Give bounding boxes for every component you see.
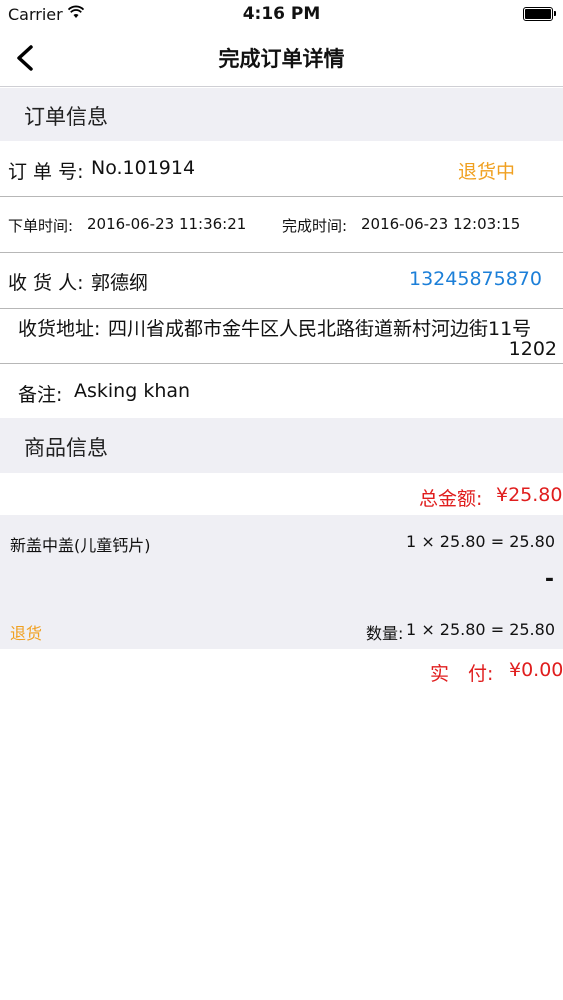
- order-time-value: 2016-06-23 11:36:21: [87, 215, 247, 233]
- quantity-label: 数量:: [366, 624, 404, 643]
- quantity-formula: 1 × 25.80 = 25.80: [406, 620, 555, 639]
- order-number-row: 订 单 号: No.101914 退货中: [0, 141, 563, 196]
- goods-item-name: 新盖中盖(儿童钙片): [10, 536, 151, 555]
- address-row: 收货地址: 四川省成都市金牛区人民北路街道新村河边街11号 1202: [0, 309, 563, 363]
- paid-amount-label: 实 付:: [430, 663, 494, 685]
- remark-label: 备注:: [18, 384, 63, 406]
- address-line-1: 四川省成都市金牛区人民北路街道新村河边街11号: [108, 318, 532, 340]
- receiver-name: 郭德纲: [91, 272, 149, 294]
- finish-time-value: 2016-06-23 12:03:15: [361, 215, 521, 233]
- goods-item-card: 新盖中盖(儿童钙片) 1 × 25.80 = 25.80 - 退货 数量: 1 …: [0, 515, 563, 649]
- finish-time-label: 完成时间:: [282, 217, 348, 235]
- order-number-value: No.101914: [91, 157, 196, 179]
- order-time-label: 下单时间:: [8, 217, 74, 235]
- order-time-row: 下单时间: 2016-06-23 11:36:21 完成时间: 2016-06-…: [0, 197, 563, 252]
- order-number-label: 订 单 号:: [8, 161, 84, 183]
- return-goods-button[interactable]: 退货: [10, 620, 42, 644]
- section-title: 订单信息: [24, 105, 108, 129]
- remark-value: Asking khan: [74, 380, 191, 402]
- navigation-bar: 完成订单详情: [0, 30, 563, 87]
- goods-item-price: 1 × 25.80 = 25.80: [406, 532, 555, 551]
- order-status-badge: 退货中: [458, 161, 516, 183]
- paid-amount-row: 实 付: ¥0.00: [0, 649, 563, 691]
- total-amount-value: ¥25.80: [496, 484, 563, 506]
- total-amount-label: 总金额:: [419, 488, 483, 510]
- receiver-phone-link[interactable]: 13245875870: [409, 268, 542, 290]
- address-label: 收货地址:: [18, 318, 101, 340]
- status-bar: Carrier 4:16 PM: [0, 0, 563, 30]
- page-title: 完成订单详情: [218, 47, 345, 71]
- goods-info-section-header: 商品信息: [0, 418, 563, 473]
- remark-row: 备注: Asking khan: [0, 364, 563, 418]
- goods-item-dash: -: [544, 567, 554, 592]
- address-line-2: 1202: [508, 338, 557, 360]
- battery-icon: [523, 7, 556, 21]
- receiver-label: 收 货 人:: [8, 272, 84, 294]
- order-info-section-header: 订单信息: [0, 88, 563, 141]
- receiver-row: 收 货 人: 郭德纲 13245875870: [0, 253, 563, 308]
- section-title: 商品信息: [24, 436, 108, 460]
- total-amount-row: 总金额: ¥25.80: [0, 473, 563, 515]
- paid-amount-value: ¥0.00: [509, 659, 563, 681]
- status-time: 4:16 PM: [242, 4, 321, 24]
